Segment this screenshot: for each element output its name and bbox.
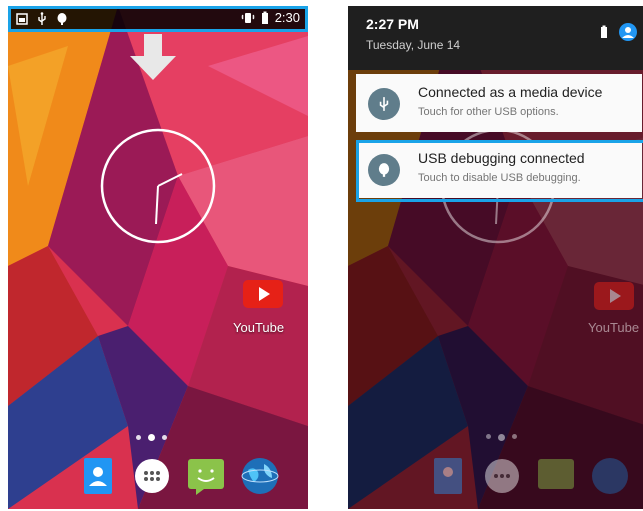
app-drawer-icon	[135, 459, 169, 493]
swipe-down-arrow-icon	[130, 34, 176, 80]
youtube-label: YouTube	[588, 320, 640, 335]
youtube-icon	[243, 280, 283, 308]
page-dot	[486, 434, 491, 439]
page-indicator	[486, 434, 517, 441]
page-dot	[512, 434, 517, 439]
youtube-label: YouTube	[233, 320, 285, 335]
notification-icon-bg	[368, 88, 400, 120]
page-dot	[162, 435, 167, 440]
page-dot-active	[498, 434, 505, 441]
messaging-icon	[538, 459, 574, 489]
contacts-icon	[84, 458, 112, 494]
page-dot-active	[148, 434, 155, 441]
notification-title: Connected as a media device	[418, 84, 603, 100]
shade-time: 2:27 PM	[366, 16, 419, 32]
app-drawer-icon	[485, 459, 519, 493]
home-screen: 2:30 YouTube	[8, 6, 308, 509]
app-drawer-button[interactable]	[132, 456, 172, 496]
shade-header[interactable]: 2:27 PM Tuesday, June 14	[348, 6, 643, 70]
usb-debugging-highlight	[356, 140, 643, 202]
battery-icon	[601, 25, 607, 38]
notification-media-device[interactable]: Connected as a media device Touch for ot…	[356, 74, 642, 132]
shade-date: Tuesday, June 14	[366, 38, 461, 52]
dock	[428, 456, 630, 496]
contacts-icon	[434, 458, 462, 494]
messaging-icon	[188, 459, 224, 495]
browser-icon	[241, 458, 279, 494]
analog-clock-icon	[100, 128, 216, 244]
usb-icon	[379, 97, 389, 111]
status-bar-highlight	[8, 6, 308, 32]
dock	[78, 456, 280, 496]
page-indicator	[136, 434, 167, 441]
browser-icon	[592, 458, 628, 494]
user-account-icon[interactable]	[618, 22, 638, 42]
notification-subtitle: Touch for other USB options.	[418, 106, 559, 118]
contacts-app[interactable]	[78, 456, 118, 496]
browser-app[interactable]	[240, 456, 280, 496]
notification-screen: YouTube 2:27 PM Tuesday, June 14 Connect…	[348, 6, 643, 509]
youtube-app[interactable]	[241, 276, 285, 312]
page-dot	[136, 435, 141, 440]
messaging-app[interactable]	[186, 456, 226, 496]
youtube-icon	[594, 282, 634, 310]
